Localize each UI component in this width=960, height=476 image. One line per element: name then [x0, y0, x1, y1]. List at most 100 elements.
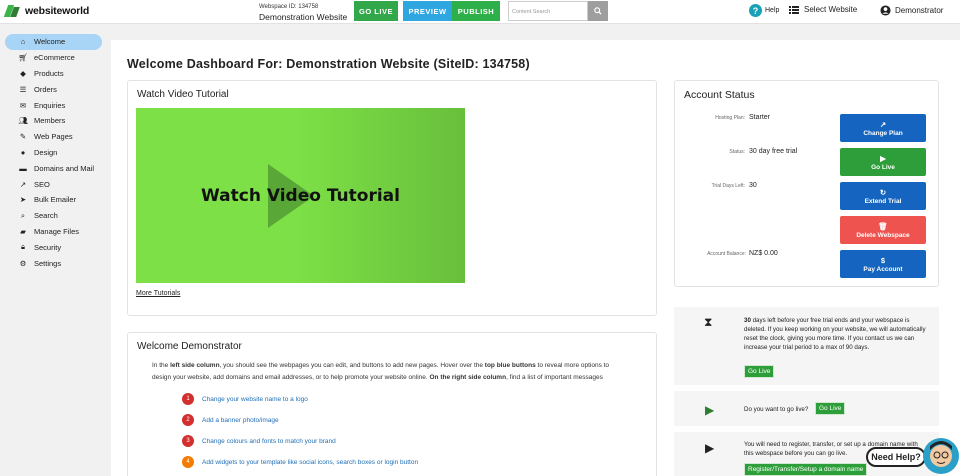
sidebar-item-search[interactable]: ⌕ Search [5, 208, 102, 224]
support-avatar-icon [923, 438, 959, 474]
site-name: Demonstration Website [259, 12, 348, 22]
search-button[interactable] [588, 1, 608, 21]
search-icon [594, 7, 602, 15]
sidebar-item-label: Products [34, 68, 64, 78]
welcome-card-title: Welcome Demonstrator [137, 341, 242, 352]
sidebar-item-label: Domains and Mail [34, 163, 95, 173]
logo[interactable]: websiteworld [3, 5, 90, 17]
content-search-input[interactable]: Content Search [508, 1, 588, 21]
hosting-plan-label: Hosting Plan: [715, 115, 745, 121]
sidebar-item-products[interactable]: ◆ Products [5, 66, 102, 82]
sidebar-item-domains-and-mail[interactable]: ▬ Domains and Mail [5, 160, 102, 176]
sidebar-item-label: Design [34, 147, 58, 157]
video-thumb-text: Watch Video Tutorial [201, 186, 400, 206]
sidebar-item-seo[interactable]: ↗ SEO [5, 176, 102, 192]
text: to reveal more options to [535, 362, 610, 369]
register-domain-button[interactable]: Register/Transfer/Setup a domain name [744, 463, 868, 476]
account-balance-label: Account Balance: [707, 251, 746, 257]
step-item[interactable]: 4 Add widgets to your template like socia… [182, 456, 418, 468]
play-icon: ▶ [705, 403, 715, 417]
step-item[interactable]: 3 Change colours and fonts to match your … [182, 435, 336, 447]
bold-text: On the right side column [429, 373, 507, 381]
video-card-title: Watch Video Tutorial [137, 89, 229, 100]
site-info: Webspace ID: 134758 Demonstration Websit… [259, 2, 347, 22]
preview-button[interactable]: PREVIEW [403, 1, 452, 21]
trial-days-label: Trial Days Left: [711, 183, 745, 189]
publish-button[interactable]: PUBLISH [452, 1, 500, 21]
refresh-icon: ↻ [879, 187, 887, 197]
sidebar-item-bulk-emailer[interactable]: ➤ Bulk Emailer [5, 192, 102, 208]
hourglass-icon: ⧗ [704, 315, 713, 329]
users-icon: 👥︎ [18, 116, 28, 126]
need-help-bubble: Need Help? [866, 447, 926, 467]
account-balance-value: NZ$ 0.00 [749, 250, 778, 257]
trash-icon: 🗑︎ [878, 221, 888, 231]
folder-icon: ▰ [20, 226, 26, 236]
trial-days-value: 30 [749, 182, 757, 189]
list-icon: ☰ [19, 84, 27, 94]
select-website-menu[interactable]: Select Website [789, 5, 857, 14]
sidebar-item-welcome[interactable]: ⌂ Welcome [5, 34, 102, 50]
video-thumbnail[interactable]: Watch Video Tutorial [136, 108, 465, 283]
go-live-account-button[interactable]: ▶ Go Live [840, 148, 926, 176]
pay-account-label: Pay Account [863, 265, 903, 273]
delete-webspace-label: Delete Webspace [856, 231, 910, 239]
status-value: 30 day free trial [749, 148, 798, 155]
step-link[interactable]: Add widgets to your template like social… [202, 459, 418, 466]
send-icon: ➤ [19, 195, 27, 205]
sidebar-item-settings[interactable]: ⚙ Settings [5, 255, 102, 271]
sidebar-item-label: SEO [34, 179, 50, 189]
logo-icon [3, 5, 22, 17]
text: In the [152, 362, 171, 369]
sidebar-item-enquiries[interactable]: ✉ Enquiries [5, 97, 102, 113]
text: , you should see the webpages you can ed… [219, 362, 485, 369]
server-icon: ▬ [19, 163, 27, 173]
logo-text: websiteworld [25, 5, 90, 17]
sidebar-item-label: Enquiries [34, 100, 66, 110]
step-link[interactable]: Change colours and fonts to match your b… [202, 438, 336, 445]
sidebar-item-web-pages[interactable]: ✎ Web Pages [5, 129, 102, 145]
bold-text: left side column [170, 362, 220, 369]
dollar-icon: $ [880, 255, 886, 265]
delete-webspace-button[interactable]: 🗑︎ Delete Webspace [840, 216, 926, 244]
sidebar-item-label: Orders [34, 84, 57, 94]
sidebar-item-design[interactable]: ● Design [5, 145, 102, 161]
sidebar-item-orders[interactable]: ☰ Orders [5, 81, 102, 97]
trial-go-live-button[interactable]: Go Live [744, 365, 775, 378]
welcome-paragraph: In the left side column, you should see … [152, 360, 632, 383]
step-link[interactable]: Add a banner photo/image [202, 417, 279, 424]
help-link[interactable]: ? Help [749, 4, 779, 17]
extend-trial-button[interactable]: ↻ Extend Trial [840, 182, 926, 210]
pay-account-button[interactable]: $ Pay Account [840, 250, 926, 278]
sidebar-item-label: Search [34, 211, 58, 221]
trial-days: 30 [744, 317, 751, 324]
help-label: Help [765, 7, 780, 14]
step-link[interactable]: Change your website name to a logo [202, 396, 308, 403]
more-tutorials-link[interactable]: More Tutorials [136, 290, 180, 297]
step-number: 3 [182, 435, 194, 447]
message-go-live-button[interactable]: Go Live [815, 402, 846, 415]
sidebar-item-manage-files[interactable]: ▰ Manage Files [5, 224, 102, 240]
sidebar-item-members[interactable]: 👥︎ Members [5, 113, 102, 129]
status-label: Status: [729, 149, 745, 155]
pencil-icon: ✎ [19, 132, 27, 142]
sidebar: ⌂ Welcome 🛒︎ eCommerce ◆ Products ☰ Orders ✉… [0, 34, 108, 271]
sidebar-item-security[interactable]: 🔒︎ Security [5, 239, 102, 255]
sidebar-item-label: Security [34, 242, 62, 252]
user-menu[interactable]: Demonstrator [880, 5, 943, 16]
user-icon [880, 5, 891, 16]
sidebar-item-label: Manage Files [34, 226, 80, 236]
top-bar: websiteworld Webspace ID: 134758 Demonst… [0, 0, 960, 24]
change-plan-button[interactable]: ↗ Change Plan [840, 114, 926, 142]
sidebar-item-ecommerce[interactable]: 🛒︎ eCommerce [5, 50, 102, 66]
search-icon: ⌕ [20, 210, 26, 220]
step-item[interactable]: 1 Change your website name to a logo [182, 393, 308, 405]
play-icon: ▶ [705, 441, 715, 455]
step-item[interactable]: 2 Add a banner photo/image [182, 414, 279, 426]
sidebar-item-label: Welcome [34, 37, 66, 47]
play-icon: ▶ [880, 153, 886, 163]
bold-text: top blue buttons [484, 362, 536, 369]
page-title: Welcome Dashboard For: Demonstration Web… [127, 57, 530, 71]
sidebar-item-label: Settings [34, 258, 62, 268]
go-live-button[interactable]: GO LIVE [354, 1, 398, 21]
